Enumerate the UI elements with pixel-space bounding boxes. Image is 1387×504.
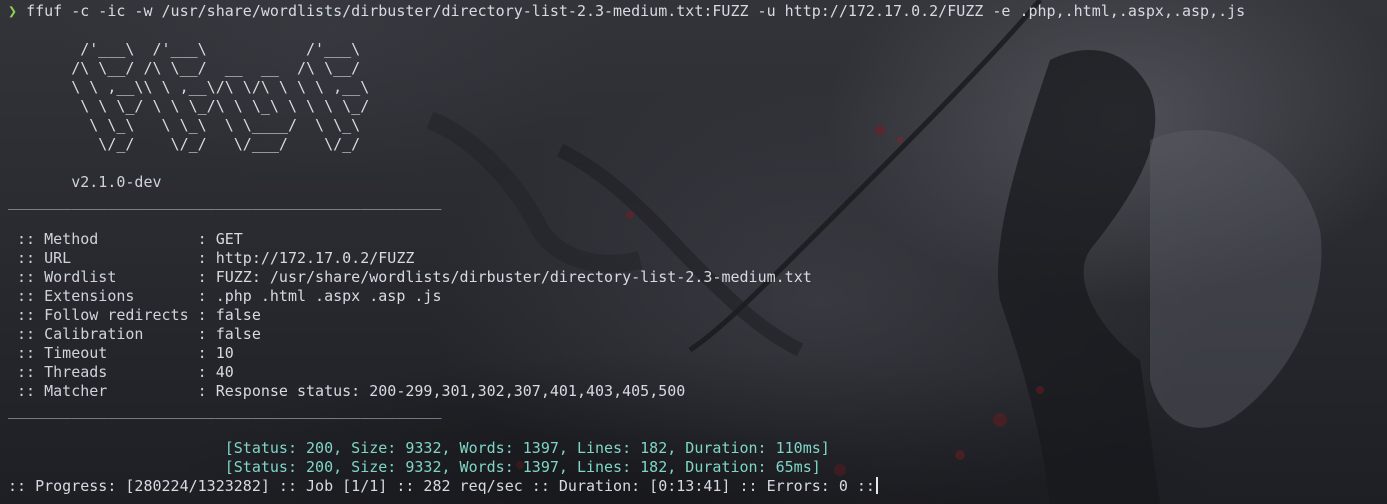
config-value: 40 xyxy=(215,363,234,381)
config-row: :: Extensions : .php .html .aspx .asp .j… xyxy=(8,287,1383,306)
config-value: .php .html .aspx .asp .js xyxy=(215,287,442,305)
config-value: false xyxy=(215,325,261,343)
separator-line: ________________________________________… xyxy=(8,192,442,210)
config-row: :: Matcher : Response status: 200-299,30… xyxy=(8,382,1383,401)
progress-line: :: Progress: [280224/1323282] :: Job [1/… xyxy=(8,477,1383,496)
banner-line: /\ \__/ /\ \__/ __ __ /\ \__/ xyxy=(8,59,361,77)
config-row: :: Method : GET xyxy=(8,230,1383,249)
config-key: :: Timeout : xyxy=(8,344,216,362)
config-key: :: Extensions : xyxy=(8,287,216,305)
config-key: :: Matcher : xyxy=(8,382,216,400)
config-value: Response status: 200-299,301,302,307,401… xyxy=(215,382,686,400)
config-key: :: Calibration : xyxy=(8,325,216,343)
banner-line: \ \_\ \ \_\ \ \____/ \ \_\ xyxy=(8,116,361,134)
config-value: http://172.17.0.2/FUZZ xyxy=(215,249,415,267)
config-key: :: Follow redirects : xyxy=(8,306,216,324)
result-row: [Status: 200, Size: 9332, Words: 1397, L… xyxy=(8,439,830,457)
prompt-arrow-icon: ❯ xyxy=(8,2,18,20)
terminal-output: ❯ ffuf -c -ic -w /usr/share/wordlists/di… xyxy=(8,2,1383,496)
banner-line: /'___\ /'___\ /'___\ xyxy=(8,40,361,58)
config-value: GET xyxy=(215,230,243,248)
banner-line: \/_/ \/_/ \/___/ \/_/ xyxy=(8,135,361,153)
progress-text: :: Progress: [280224/1323282] :: Job [1/… xyxy=(8,477,875,495)
config-value: FUZZ: /usr/share/wordlists/dirbuster/dir… xyxy=(215,268,812,286)
config-key: :: Method : xyxy=(8,230,216,248)
command-text: ffuf -c -ic -w /usr/share/wordlists/dirb… xyxy=(26,2,1246,20)
banner-line: \ \ \_/ \ \ \_/\ \ \_\ \ \ \ \_/ xyxy=(8,97,370,115)
config-key: :: Threads : xyxy=(8,363,216,381)
config-key: :: URL : xyxy=(8,249,216,267)
separator-line: ________________________________________… xyxy=(8,401,442,419)
config-value: 10 xyxy=(215,344,234,362)
config-row: :: Timeout : 10 xyxy=(8,344,1383,363)
config-value: false xyxy=(215,306,261,324)
config-key: :: Wordlist : xyxy=(8,268,216,286)
result-row: [Status: 200, Size: 9332, Words: 1397, L… xyxy=(8,458,821,476)
command-line: ❯ ffuf -c -ic -w /usr/share/wordlists/di… xyxy=(8,2,1383,21)
config-row: :: Wordlist : FUZZ: /usr/share/wordlists… xyxy=(8,268,1383,287)
config-row: :: Calibration : false xyxy=(8,325,1383,344)
config-row: :: URL : http://172.17.0.2/FUZZ xyxy=(8,249,1383,268)
text-cursor xyxy=(875,477,878,494)
banner-line: \ \ ,__\\ \ ,__\/\ \/\ \ \ \ ,__\ xyxy=(8,78,370,96)
config-row: :: Follow redirects : false xyxy=(8,306,1383,325)
terminal-window[interactable]: ❯ ffuf -c -ic -w /usr/share/wordlists/di… xyxy=(0,0,1387,504)
config-row: :: Threads : 40 xyxy=(8,363,1383,382)
version-text: v2.1.0-dev xyxy=(8,173,162,191)
